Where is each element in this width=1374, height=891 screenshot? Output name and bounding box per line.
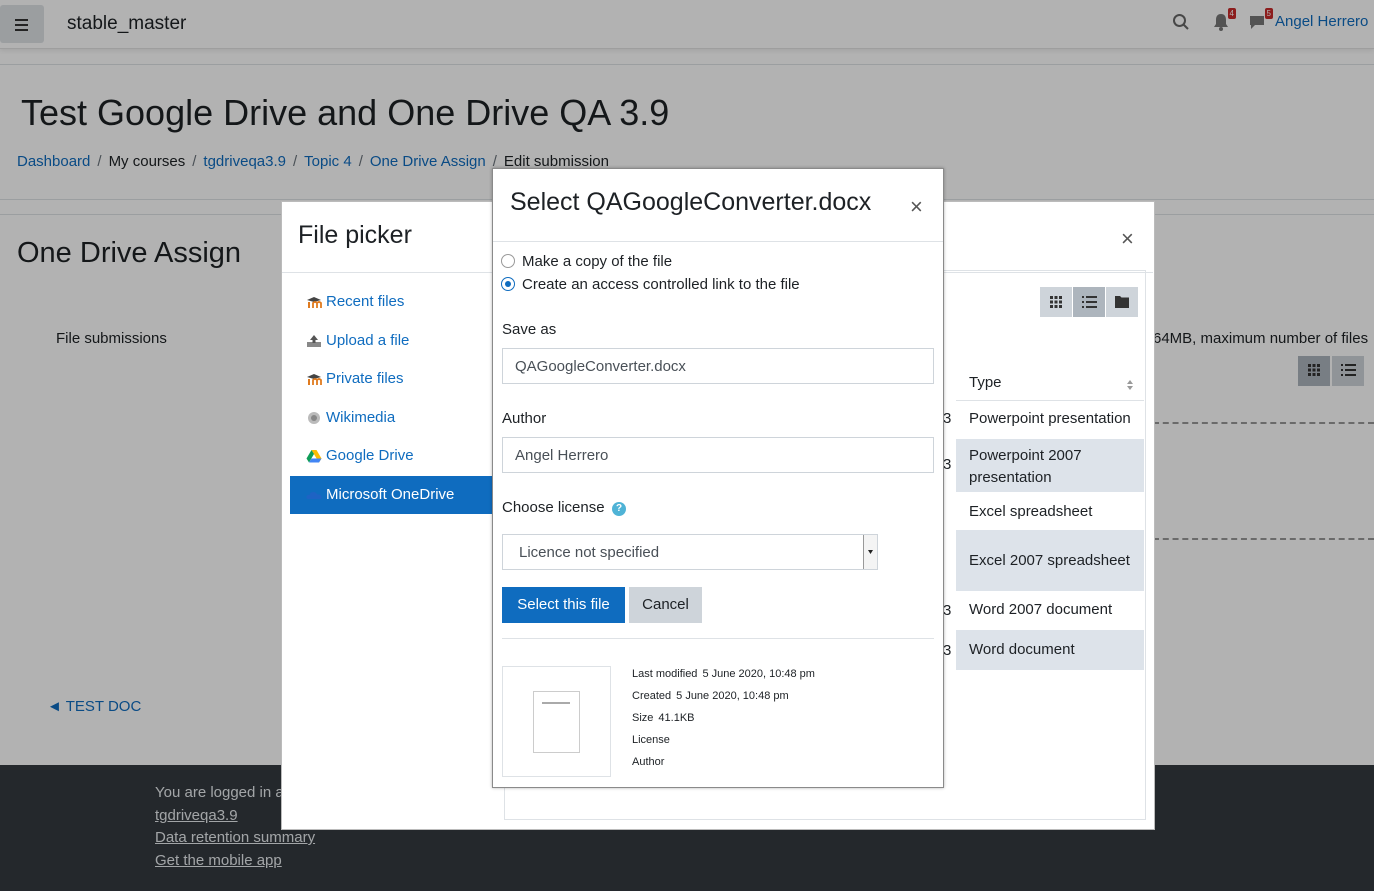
meta-label: Last modified <box>632 668 698 680</box>
folder-icon <box>1115 296 1129 308</box>
select-this-file-button[interactable]: Select this file <box>502 587 625 623</box>
divider <box>502 638 934 639</box>
file-type-cell: Word 2007 document <box>969 601 1113 618</box>
meta-license: License <box>632 734 675 746</box>
dropdown-arrow-icon <box>863 535 877 569</box>
save-as-input[interactable] <box>502 348 934 384</box>
table-row[interactable]: Powerpoint 2007 presentation <box>956 439 1144 492</box>
table-row[interactable]: Excel 2007 spreadsheet <box>956 530 1144 591</box>
copy-file-label[interactable]: Make a copy of the file <box>522 253 672 270</box>
meta-label: Author <box>632 756 665 768</box>
meta-value: 5 June 2020, 10:48 pm <box>676 690 789 702</box>
author-input[interactable] <box>502 437 934 473</box>
size-cell: 3 <box>943 602 952 619</box>
repo-wikimedia[interactable]: Wikimedia <box>290 399 493 437</box>
list-icon <box>1082 296 1097 308</box>
license-selected-value: Licence not specified <box>519 544 660 561</box>
table-row[interactable]: Word document <box>956 630 1144 670</box>
tree-view-button[interactable] <box>1106 287 1138 317</box>
column-header-type[interactable]: Type <box>956 368 1144 401</box>
meta-label: License <box>632 734 670 746</box>
meta-author: Author <box>632 756 669 768</box>
repo-upload-file[interactable]: Upload a file <box>290 322 493 360</box>
repo-label: Private files <box>326 370 404 387</box>
meta-label: Size <box>632 712 654 724</box>
list-view-button[interactable] <box>1073 287 1105 317</box>
moodle-icon <box>307 374 322 385</box>
repo-google-drive[interactable]: Google Drive <box>290 437 493 475</box>
divider <box>493 241 943 242</box>
meta-size: Size 41.1KB <box>632 712 695 724</box>
repo-label: Google Drive <box>326 447 414 464</box>
repo-label: Upload a file <box>326 332 410 349</box>
select-file-close-button[interactable]: × <box>910 194 923 220</box>
repo-label: Wikimedia <box>326 409 396 426</box>
meta-last-modified: Last modified 5 June 2020, 10:48 pm <box>632 668 815 680</box>
controlled-link-radio[interactable] <box>501 277 515 291</box>
grid-icon <box>1050 296 1062 308</box>
meta-label: Created <box>632 690 672 702</box>
cancel-button[interactable]: Cancel <box>629 587 702 623</box>
repo-label: Recent files <box>326 293 405 310</box>
onedrive-icon <box>306 492 322 499</box>
repo-private-files[interactable]: Private files <box>290 360 493 398</box>
table-row[interactable]: Powerpoint presentation <box>956 401 1144 439</box>
help-icon[interactable]: ? <box>612 502 626 516</box>
wikimedia-icon <box>308 412 320 424</box>
google-drive-icon <box>306 450 322 463</box>
meta-value: 5 June 2020, 10:48 pm <box>702 668 815 680</box>
file-type-cell: Excel spreadsheet <box>969 503 1093 520</box>
sort-icon <box>1127 380 1133 390</box>
copy-file-radio[interactable] <box>501 254 515 268</box>
repo-label: Microsoft OneDrive <box>326 486 455 503</box>
file-picker-title: File picker <box>298 221 412 249</box>
choose-license-label: Choose license <box>502 499 605 516</box>
table-row[interactable]: Excel spreadsheet <box>956 492 1144 530</box>
file-type-cell: Powerpoint presentation <box>969 410 1131 427</box>
icon-view-button[interactable] <box>1040 287 1072 317</box>
file-type-cell: Powerpoint 2007 presentation <box>969 447 1082 486</box>
document-thumbnail-icon <box>533 691 580 753</box>
size-cell: 3 <box>943 642 952 659</box>
repo-microsoft-onedrive[interactable]: Microsoft OneDrive <box>290 476 493 514</box>
save-as-label: Save as <box>502 321 557 338</box>
moodle-icon <box>307 297 322 308</box>
file-picker-close-button[interactable]: × <box>1121 226 1134 252</box>
column-header-label: Type <box>969 374 1002 391</box>
author-label: Author <box>502 410 547 427</box>
license-select[interactable]: Licence not specified <box>502 534 878 570</box>
file-type-cell: Excel 2007 spreadsheet <box>969 552 1130 569</box>
table-row[interactable]: Word 2007 document <box>956 591 1144 629</box>
meta-created: Created 5 June 2020, 10:48 pm <box>632 690 789 702</box>
file-type-cell: Word document <box>969 641 1075 658</box>
size-cell: 3 <box>943 456 952 473</box>
upload-icon <box>307 335 321 347</box>
size-cell: 3 <box>943 410 952 427</box>
controlled-link-label[interactable]: Create an access controlled link to the … <box>522 276 800 293</box>
meta-value: 41.1KB <box>658 712 695 724</box>
select-file-title: Select QAGoogleConverter.docx <box>510 188 872 216</box>
repo-recent-files[interactable]: Recent files <box>290 283 493 321</box>
